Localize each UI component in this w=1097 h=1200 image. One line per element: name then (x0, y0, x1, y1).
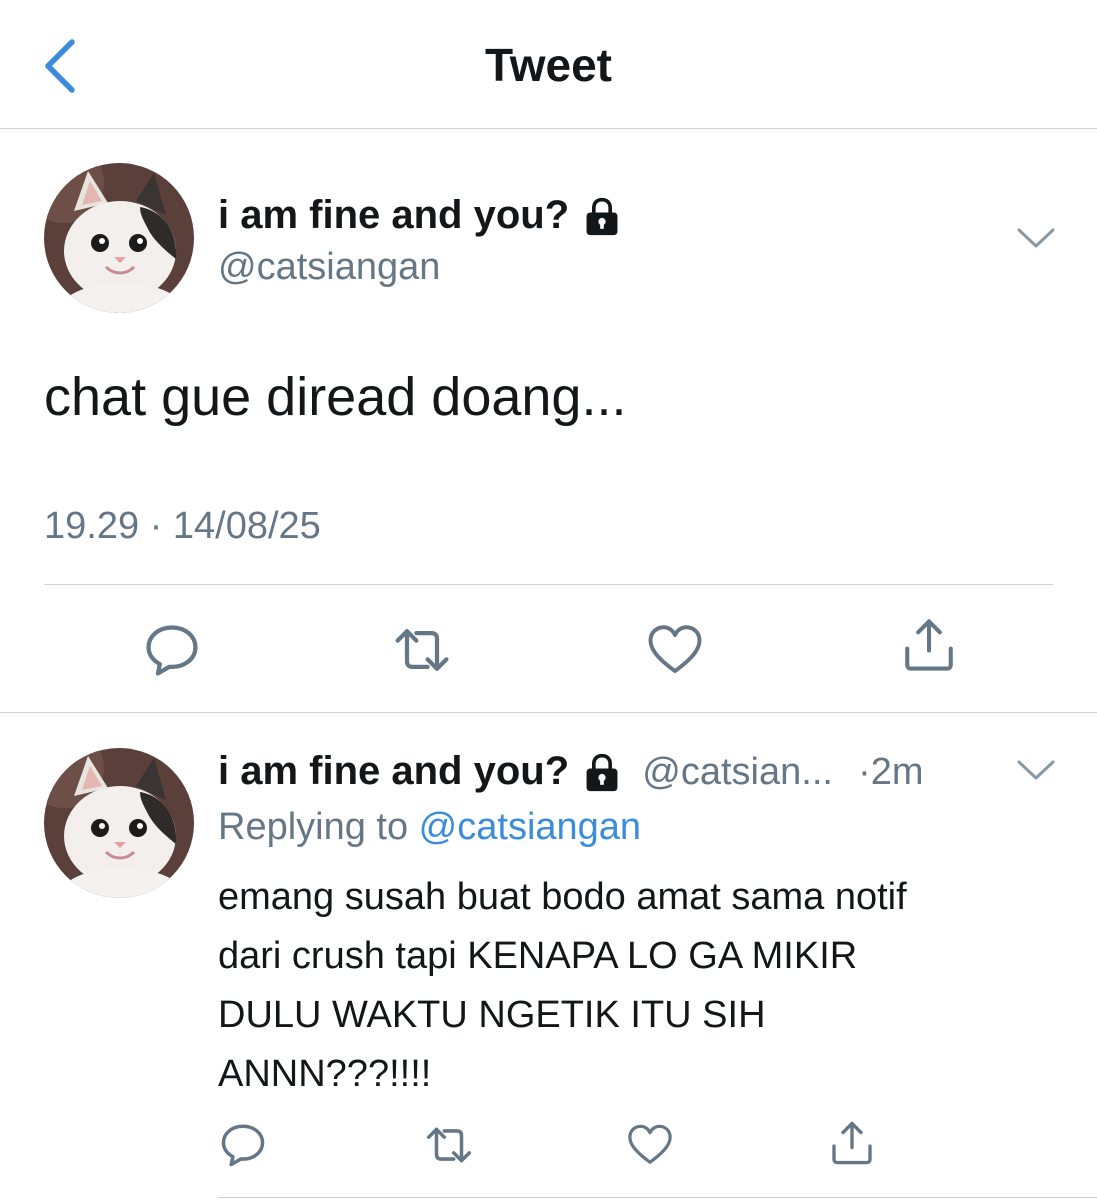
lock-icon (583, 753, 621, 793)
retweet-button[interactable] (390, 620, 454, 685)
tweet-options-button[interactable] (1016, 226, 1056, 255)
avatar[interactable] (44, 748, 194, 898)
header-divider (0, 128, 1097, 129)
display-name[interactable]: i am fine and you? (218, 193, 621, 238)
share-icon (900, 616, 958, 674)
retweet-icon (422, 1120, 476, 1170)
share-icon (828, 1118, 876, 1168)
tweet-text: chat gue diread doang... (44, 367, 627, 427)
reply-icon (142, 620, 202, 680)
bottom-divider (218, 1197, 1097, 1198)
section-divider (0, 712, 1097, 713)
tweet-divider (44, 584, 1053, 585)
replying-to-label: Replying to (218, 806, 419, 848)
avatar[interactable] (44, 163, 194, 313)
reply-button[interactable] (218, 1120, 268, 1175)
tweet-timestamp[interactable]: 19.29 · 14/08/25 (44, 505, 321, 548)
reply-button[interactable] (142, 620, 202, 685)
display-name-text[interactable]: i am fine and you? (218, 749, 569, 793)
reply-text: emang susah buat bodo amat sama notif da… (218, 868, 1058, 1104)
reply-icon (218, 1120, 268, 1170)
replying-to-handle[interactable]: @catsiangan (419, 806, 641, 848)
page-title: Tweet (485, 39, 612, 91)
like-button[interactable] (626, 1122, 674, 1173)
chevron-down-icon (1016, 758, 1056, 782)
chevron-down-icon (1016, 226, 1056, 250)
share-button[interactable] (900, 616, 958, 679)
tweet-time[interactable]: ·2m (858, 751, 923, 793)
reply-text-line: emang susah buat bodo amat sama notif (218, 876, 907, 918)
like-button[interactable] (646, 622, 704, 683)
retweet-icon (390, 620, 454, 680)
replying-to: Replying to @catsiangan (218, 806, 641, 849)
display-name-text: i am fine and you? (218, 193, 570, 237)
reply-header: i am fine and you? @catsian... ·2m (218, 749, 924, 794)
reply-text-line: DULU WAKTU NGETIK ITU SIH (218, 994, 766, 1036)
tweet-options-button[interactable] (1016, 758, 1056, 787)
share-button[interactable] (828, 1118, 876, 1173)
lock-icon (583, 197, 621, 237)
user-handle[interactable]: @catsian... (642, 751, 833, 793)
like-icon (626, 1122, 674, 1168)
like-icon (646, 622, 704, 678)
user-handle[interactable]: @catsiangan (218, 246, 440, 289)
reply-text-line: ANNN???!!!! (218, 1053, 432, 1095)
reply-text-line: dari crush tapi KENAPA LO GA MIKIR (218, 935, 858, 977)
retweet-button[interactable] (422, 1120, 476, 1175)
